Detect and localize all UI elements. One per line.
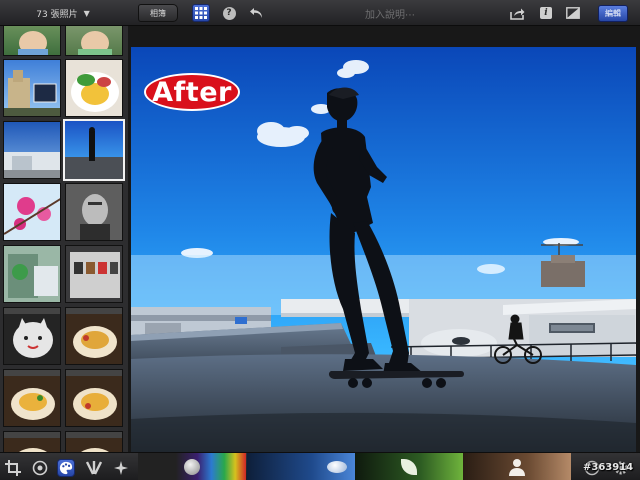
person-icon — [507, 457, 527, 477]
thumbnail[interactable] — [65, 26, 123, 56]
thumbnail-image — [4, 70, 60, 116]
thumbnail-image — [80, 194, 110, 240]
palette-glyph — [59, 461, 73, 475]
help-icon[interactable]: ? — [221, 5, 237, 21]
albums-button[interactable]: 相簿 — [138, 4, 178, 22]
thumbnail[interactable] — [3, 245, 61, 303]
top-toolbar: 73 張照片 ▼ 相簿 ? 加入說明⋯ i 編輯 — [0, 0, 640, 26]
caption-field[interactable]: 加入說明⋯ — [300, 0, 480, 26]
thumbnail[interactable] — [3, 121, 61, 179]
thumbnail-sidebar[interactable] — [0, 26, 128, 452]
thumbnail[interactable] — [65, 307, 123, 365]
thumbnail-image — [8, 254, 58, 298]
photo-count-button[interactable]: 73 張照片 ▼ — [0, 0, 126, 26]
thumbnail-image — [66, 432, 122, 452]
saturation-brush-strip[interactable] — [138, 453, 246, 480]
share-icon[interactable] — [509, 5, 525, 21]
slider-knob[interactable] — [184, 459, 200, 475]
thumbnail-image — [66, 308, 122, 358]
person-glyph — [509, 459, 525, 476]
info-icon[interactable]: i — [538, 5, 554, 21]
compare-icon[interactable] — [565, 5, 581, 21]
crop-glyph — [5, 460, 21, 476]
thumbnail[interactable] — [65, 183, 123, 241]
thumbnail-image — [71, 72, 119, 112]
effects-glyph — [114, 461, 128, 475]
color-wheel-glyph — [32, 460, 48, 476]
undo-icon[interactable] — [249, 5, 265, 21]
thumbnail[interactable] — [65, 245, 123, 303]
thumbnail[interactable] — [65, 369, 123, 427]
thumbnail-selected[interactable] — [63, 119, 125, 181]
thumbnail-image — [4, 370, 60, 420]
effects-icon[interactable] — [112, 459, 130, 477]
chevron-down-icon: ▼ — [83, 8, 90, 18]
thumbnail[interactable] — [65, 431, 123, 452]
leaf-icon — [401, 459, 417, 475]
help-glyph: ? — [222, 6, 236, 20]
share-glyph — [509, 8, 524, 20]
thumbnail-image — [70, 252, 120, 298]
crop-icon[interactable] — [4, 459, 22, 477]
thumbnail[interactable] — [3, 59, 61, 117]
compare-glyph — [566, 7, 580, 19]
color-wheel-icon[interactable] — [31, 459, 49, 477]
thumbnail[interactable] — [3, 307, 61, 365]
info-glyph: i — [540, 7, 552, 19]
thumbnail[interactable] — [3, 369, 61, 427]
thumbnail-image — [66, 370, 122, 420]
thumbnail-image — [18, 31, 48, 55]
thumbnail-image — [4, 432, 60, 452]
skin-brush-strip[interactable] — [463, 453, 571, 480]
edit-button[interactable]: 編輯 — [598, 5, 628, 22]
cloud-icon — [327, 461, 347, 473]
thumbnail[interactable] — [65, 59, 123, 117]
thumbnail-image — [4, 152, 60, 178]
grid-icon[interactable] — [192, 4, 210, 22]
palette-icon[interactable] — [57, 459, 75, 477]
bottom-toolbar — [0, 452, 640, 480]
watermark-text: #363914 — [583, 462, 634, 473]
brushes-glyph — [85, 461, 103, 475]
after-badge: After — [144, 73, 240, 111]
sky-brush-strip[interactable] — [247, 453, 355, 480]
thumbnail[interactable] — [3, 183, 61, 241]
thumbnail-image — [78, 31, 112, 55]
foliage-brush-strip[interactable] — [355, 453, 463, 480]
undo-glyph — [250, 8, 262, 18]
thumbnail-image — [4, 197, 60, 235]
thumbnail-image — [4, 308, 60, 358]
photo-count-label: 73 張照片 — [36, 9, 78, 20]
grid-glyph — [195, 7, 207, 19]
brushes-icon[interactable] — [85, 459, 103, 477]
thumbnail-image — [65, 127, 123, 179]
thumbnail[interactable] — [3, 26, 61, 56]
thumbnail[interactable] — [3, 431, 61, 452]
